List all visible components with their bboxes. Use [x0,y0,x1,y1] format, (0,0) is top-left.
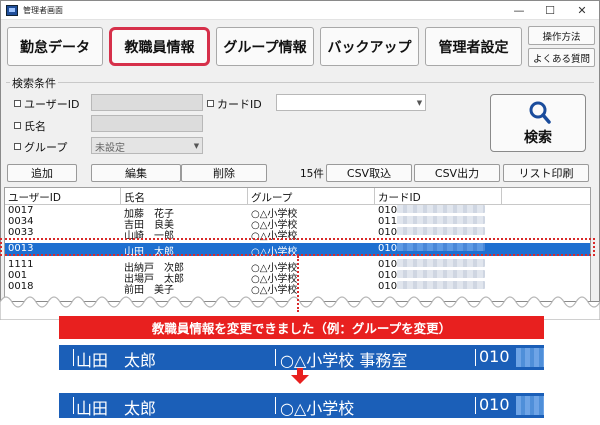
divider [73,349,74,366]
app-icon [6,5,18,16]
checkbox-icon [14,122,21,129]
after-card: 010 [479,395,510,414]
delete-button[interactable]: 削除 [181,164,267,182]
divider [73,397,74,414]
cell-user-id: 1111 [8,259,34,270]
card-id-checkbox[interactable]: カードID [207,96,262,112]
tab-staff-info[interactable]: 教職員情報 [109,27,210,66]
group-select-value: 未設定 [95,143,125,154]
redacted-card-id [397,227,486,235]
cell-user-id: 0033 [8,227,34,238]
divider [475,397,476,414]
print-list-button[interactable]: リスト印刷 [503,164,589,182]
column-header-card-id[interactable]: カードID [375,188,502,205]
result-count: 15件 [300,168,324,180]
name-checkbox[interactable]: 氏名 [14,118,46,134]
after-row: 山田 太郎 ○△小学校 010 [59,393,544,418]
group-select[interactable]: 未設定 ▼ [91,137,203,154]
redacted-card-id [397,205,486,213]
tab-admin-settings[interactable]: 管理者設定 [425,27,522,66]
help-button[interactable]: 操作方法 [528,26,595,45]
before-name: 山田 太郎 [76,351,157,370]
search-conditions-legend: 検索条件 [10,75,58,91]
column-header-group[interactable]: グループ [248,188,375,205]
search-button[interactable]: 検索 [490,94,586,152]
dropdown-arrow-icon: ▼ [416,98,423,107]
user-id-checkbox[interactable]: ユーザーID [14,96,80,112]
after-group: ○△小学校 [280,399,355,418]
cell-card-id: 011 [378,216,486,227]
tab-group-info[interactable]: グループ情報 [216,27,314,66]
add-button[interactable]: 追加 [7,164,77,182]
table-header: ユーザーID 氏名 グループ カードID [5,188,590,205]
before-row: 山田 太郎 ○△小学校 事務室 010 [59,345,544,370]
checkbox-icon [14,100,21,107]
group-checkbox[interactable]: グループ [14,139,67,155]
tab-backup[interactable]: バックアップ [320,27,419,66]
faq-button[interactable]: よくある質問 [528,48,595,67]
divider [275,349,276,366]
cell-card-id: 010 [378,205,486,216]
card-id-label: カードID [217,98,262,111]
admin-window: 管理者画面 — ☐ ✕ 勤怠データ 教職員情報 グループ情報 バックアップ 管理… [0,0,600,302]
redacted-card-id [397,281,486,289]
cell-card-id: 010 [378,270,486,281]
after-name: 山田 太郎 [76,399,157,418]
redacted-card-id [397,270,486,278]
window-title: 管理者画面 [23,6,63,15]
edit-button[interactable]: 編集 [91,164,181,182]
cell-card-id: 010 [378,259,486,270]
table-row[interactable]: 0034 吉田 良美 ○△小学校 011 [5,216,590,231]
search-button-label: 検索 [524,130,552,146]
cell-card-id: 010 [378,227,486,238]
checkbox-icon [207,100,214,107]
connector-line [297,256,299,312]
down-arrow-icon [291,368,309,384]
minimize-button[interactable]: — [504,1,534,20]
cell-user-id: 001 [8,270,28,281]
column-header-name[interactable]: 氏名 [121,188,248,205]
redacted-card-id [516,348,544,367]
user-id-label: ユーザーID [24,98,80,111]
group-label: グループ [24,141,68,154]
highlight-frame [0,238,595,256]
checkbox-icon [14,143,21,150]
divider [275,397,276,414]
callout-banner: 教職員情報を変更できました（例：グループを変更） [59,316,544,339]
csv-import-button[interactable]: CSV取込 [326,164,412,182]
maximize-button[interactable]: ☐ [535,1,565,20]
magnifier-icon [529,101,551,124]
redacted-card-id [516,396,544,415]
dropdown-arrow-icon: ▼ [193,141,200,150]
cell-user-id: 0017 [8,205,34,216]
csv-export-button[interactable]: CSV出力 [414,164,500,182]
table-row[interactable]: 0017 加藤 花子 ○△小学校 010 [5,205,590,220]
title-bar: 管理者画面 — ☐ ✕ [1,1,599,20]
column-header-user-id[interactable]: ユーザーID [5,188,121,205]
card-id-select[interactable]: ▼ [276,94,426,111]
name-label: 氏名 [24,120,46,133]
divider [475,349,476,366]
cell-user-id: 0034 [8,216,34,227]
user-id-input[interactable] [91,94,203,111]
close-button[interactable]: ✕ [567,1,597,20]
redacted-card-id [397,216,486,224]
before-card: 010 [479,347,510,366]
tab-attendance-data[interactable]: 勤怠データ [7,27,103,66]
name-input[interactable] [91,115,203,132]
redacted-card-id [397,259,486,267]
